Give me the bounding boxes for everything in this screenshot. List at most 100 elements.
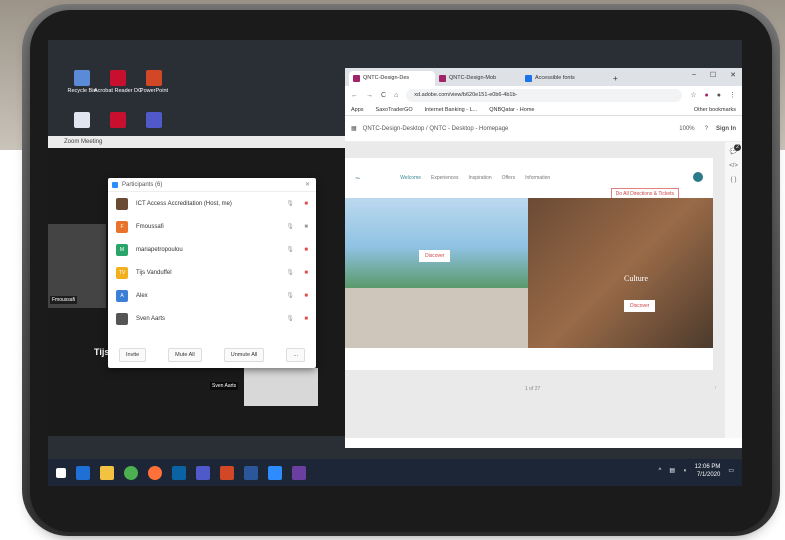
participant-row[interactable]: Sven Aarts 🎙 ■	[108, 307, 316, 330]
google-favicon-icon	[525, 75, 532, 82]
edge-icon[interactable]	[76, 465, 90, 480]
video-off-icon[interactable]: ■	[304, 201, 308, 207]
participant-row[interactable]: A Alex 🎙 ■	[108, 284, 316, 307]
windows-taskbar: ^ ▤ ◖ 12:06 PM 7/1/2020 ▭	[48, 459, 742, 486]
avatar: M	[116, 243, 128, 256]
volume-icon[interactable]: ◖	[683, 468, 687, 476]
word-icon[interactable]	[244, 465, 258, 480]
video-off-icon[interactable]: ■	[304, 270, 308, 276]
mic-icon[interactable]: 🎙	[286, 223, 294, 230]
minimize-icon[interactable]: –	[692, 71, 696, 79]
share-icon[interactable]: ↑	[715, 385, 718, 391]
url-field[interactable]: xd.adobe.com/view/b620e151-e0b6-4b1b-	[406, 88, 683, 102]
desktop-icon-powerpoint[interactable]: PowerPoint	[124, 70, 184, 94]
bookmark-apps[interactable]: Apps	[351, 107, 364, 113]
browser-tab[interactable]: Accessible fonts	[521, 71, 607, 86]
profile-icon[interactable]: ●	[717, 92, 721, 99]
powerpoint-icon[interactable]	[220, 465, 234, 480]
zoom-icon[interactable]	[268, 465, 282, 480]
xd-grid-icon[interactable]: ▦	[351, 125, 357, 132]
avatar: A	[116, 289, 128, 302]
chevron-up-icon[interactable]: ^	[659, 468, 662, 476]
tab-label: QNTC-Design-Des	[363, 75, 410, 81]
more-button[interactable]: ...	[286, 348, 305, 362]
menu-icon[interactable]: ⋮	[729, 91, 736, 99]
help-icon[interactable]: ?	[705, 126, 708, 132]
system-tray: ^ ▤ ◖ 12:06 PM 7/1/2020 ▭	[659, 464, 734, 480]
chrome-icon[interactable]	[124, 465, 138, 480]
xd-artboard: ~ Welcome Experiences Inspiration Offers…	[345, 158, 713, 370]
hero-right-discover-button[interactable]: Discover	[624, 300, 656, 312]
nav-item[interactable]: Welcome	[400, 175, 421, 181]
nav-item[interactable]: Information	[525, 175, 550, 181]
file-explorer-icon[interactable]	[100, 465, 114, 480]
network-icon[interactable]: ▤	[669, 468, 675, 476]
powerpoint-icon	[146, 70, 162, 86]
mic-icon[interactable]: 🎙	[286, 315, 294, 322]
desktop-icon-teams[interactable]	[124, 112, 184, 130]
hero-nature-panel: Discover	[345, 198, 528, 288]
browser-tab[interactable]: QNTC-Design-Des	[349, 71, 435, 86]
close-icon[interactable]: ✕	[730, 71, 736, 79]
site-nav: ~ Welcome Experiences Inspiration Offers…	[345, 158, 713, 200]
video-icon[interactable]: ■	[304, 224, 308, 230]
mic-icon[interactable]: 🎙	[286, 269, 294, 276]
clock[interactable]: 12:06 PM 7/1/2020	[695, 464, 721, 480]
comment-icon[interactable]: 💬 2	[725, 144, 742, 155]
unmute-all-button[interactable]: Unmute All	[223, 348, 265, 362]
hero-left-discover-button[interactable]: Discover	[419, 250, 451, 262]
notifications-icon[interactable]: ▭	[728, 468, 734, 476]
tablet-screen: Recycle Bin Acrobat Reader DC PowerPoint…	[48, 40, 742, 486]
bookmark-item[interactable]: SaxoTraderGO	[376, 107, 413, 113]
zoom-video-tile-sven[interactable]	[244, 368, 318, 406]
avatar[interactable]	[693, 172, 703, 182]
video-off-icon[interactable]: ■	[304, 247, 308, 253]
bookmark-other[interactable]: Other bookmarks	[694, 107, 736, 113]
reload-icon[interactable]: C	[381, 92, 386, 99]
forward-icon[interactable]: →	[366, 92, 373, 99]
teams-icon	[146, 112, 162, 128]
star-icon[interactable]: ☆	[690, 91, 696, 99]
close-icon[interactable]: ✕	[305, 181, 310, 188]
maximize-icon[interactable]: ☐	[710, 71, 716, 79]
mic-icon[interactable]: 🎙	[286, 292, 294, 299]
specs-icon[interactable]: { }	[725, 177, 742, 183]
video-off-icon[interactable]: ■	[304, 316, 308, 322]
participants-titlebar: Participants (6) ✕	[108, 178, 316, 192]
clock-date: 7/1/2020	[696, 471, 721, 478]
bookmark-item[interactable]: QNBQatar - Home	[489, 107, 534, 113]
site-logo[interactable]: ~	[355, 173, 360, 183]
participant-row[interactable]: ICT Access Accreditation (Host, me) 🎙 ■	[108, 192, 316, 215]
new-tab-button[interactable]: +	[607, 74, 618, 86]
teams-icon[interactable]	[196, 465, 210, 480]
participant-row[interactable]: F Fmoussafi 🎙 ■	[108, 215, 316, 238]
zoom-video-name-label: Fmoussafi	[50, 296, 78, 304]
participant-row[interactable]: M mariapetropoulou 🎙 ■	[108, 238, 316, 261]
participant-row[interactable]: TV Tijs Vanduffel 🎙 ■	[108, 261, 316, 284]
start-icon[interactable]	[56, 467, 66, 478]
participant-name: Sven Aarts	[136, 315, 166, 322]
sign-in-link[interactable]: Sign In	[716, 126, 736, 132]
home-icon[interactable]: ⌂	[394, 92, 398, 99]
nav-item[interactable]: Experiences	[431, 175, 459, 181]
xd-side-rail: 💬 2 </> { }	[725, 142, 742, 438]
participant-name: mariapetropoulou	[136, 246, 183, 253]
browser-tab[interactable]: QNTC-Design-Mob	[435, 71, 521, 86]
invite-button[interactable]: Invite	[119, 348, 147, 362]
code-icon[interactable]: </>	[725, 163, 742, 169]
app-icon[interactable]	[292, 465, 306, 480]
back-icon[interactable]: ←	[351, 92, 358, 99]
nav-item[interactable]: Inspiration	[469, 175, 492, 181]
extension-icon[interactable]: ●	[705, 92, 709, 99]
xd-breadcrumb[interactable]: QNTC-Design-Desktop / QNTC - Desktop - H…	[363, 126, 509, 132]
xd-zoom-level[interactable]: 100%	[679, 126, 694, 132]
mute-all-button[interactable]: Mute All	[168, 348, 202, 362]
video-off-icon[interactable]: ■	[304, 293, 308, 299]
avatar: F	[116, 220, 128, 233]
mic-icon[interactable]: 🎙	[286, 200, 294, 207]
firefox-icon[interactable]	[148, 465, 162, 480]
bookmark-item[interactable]: Internet Banking - L...	[425, 107, 478, 113]
outlook-icon[interactable]	[172, 465, 186, 480]
mic-icon[interactable]: 🎙	[286, 246, 294, 253]
nav-item[interactable]: Offers	[502, 175, 516, 181]
